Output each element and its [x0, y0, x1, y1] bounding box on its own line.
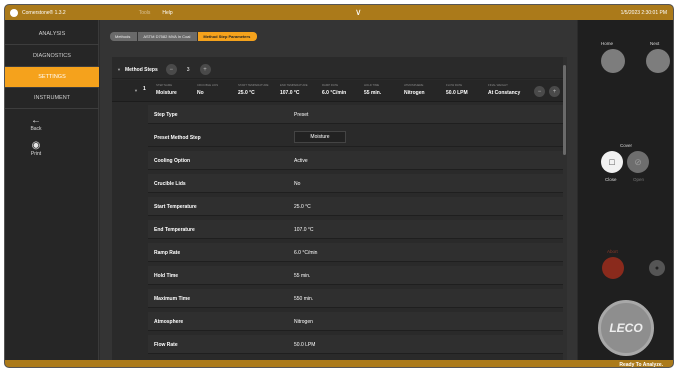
param-row-flow-rate: Flow Rate 50.0 LPM [148, 335, 566, 354]
next-button[interactable] [646, 49, 670, 73]
expand-icon[interactable]: ▼ [134, 88, 138, 93]
abort-label: Abort [607, 249, 618, 254]
param-row-crucible-lids: Crucible Lids No [148, 174, 566, 193]
nav-analysis[interactable]: ANALYSIS [5, 24, 99, 45]
main-content: Methods ASTM D7582 MVA In Coal Method St… [100, 20, 577, 360]
param-row-ramp-rate: Ramp Rate 6.0 °C/min [148, 243, 566, 262]
close-label: Close [605, 177, 617, 182]
step-col-final-weight: Final Weight At Constancy [488, 83, 521, 96]
cooling-option-value[interactable]: Active [294, 158, 308, 164]
end-temperature-value[interactable]: 107.0 °C [294, 227, 314, 233]
status-text: Ready To Analyze. [619, 362, 663, 368]
remove-step-button[interactable]: − [534, 86, 545, 97]
start-temperature-value[interactable]: 25.0 °C [294, 204, 311, 210]
print-label: Print [30, 151, 42, 157]
step-col-atmosphere: Atmosphere Nitrogen [404, 83, 425, 96]
increment-steps-button[interactable]: + [199, 64, 211, 75]
param-row-step-type: Step Type Preset [148, 105, 566, 124]
back-label: Back [30, 126, 42, 132]
param-row-start-temperature: Start Temperature 25.0 °C [148, 197, 566, 216]
step-col-flow: Flow Rate 50.0 LPM [446, 83, 468, 96]
decrement-steps-button[interactable]: − [165, 64, 177, 75]
step-col-hold: Hold Time 55 min. [364, 83, 382, 96]
param-row-atmosphere: Atmosphere Nitrogen [148, 312, 566, 331]
menu-help[interactable]: Help [162, 10, 172, 16]
breadcrumb: Methods ASTM D7582 MVA In Coal Method St… [110, 32, 258, 41]
add-step-button[interactable]: + [549, 86, 560, 97]
step-col-name: Step Name Moisture [156, 83, 177, 96]
nav-settings[interactable]: SETTINGS [5, 67, 99, 88]
menu-tools[interactable]: Tools [139, 10, 151, 16]
step-type-value[interactable]: Preset [294, 112, 308, 118]
scrollbar-thumb[interactable] [563, 65, 566, 155]
right-panel: Home Next Cover □ ⊘ Close Open Abort ● L… [578, 20, 673, 360]
preset-method-step-select[interactable]: Moisture [294, 131, 346, 143]
ramp-rate-value[interactable]: 6.0 °C/min [294, 250, 317, 256]
leco-logo: LECO [609, 321, 643, 335]
leco-start-button[interactable]: LECO [598, 300, 654, 356]
bell-button[interactable]: ● [649, 260, 665, 276]
step-col-lids: Crucible Lids No [197, 83, 219, 96]
left-nav: ANALYSIS DIAGNOSTICS SETTINGS INSTRUMENT… [5, 20, 99, 360]
open-cover-icon: ⊘ [634, 156, 642, 167]
step-col-ramp: Ramp Rate 6.0 °C/min [322, 83, 347, 96]
back-arrow-icon: ← [31, 115, 41, 126]
bell-icon: ● [654, 264, 660, 272]
method-steps-count: 3 [186, 66, 190, 73]
step-col-start-temp: Start Temperature 25.0 °C [238, 83, 269, 96]
datetime: 1/5/2023 2:30:01 PM [620, 10, 667, 16]
open-label: Open [633, 177, 645, 182]
cover-label: Cover [620, 143, 633, 148]
home-button[interactable] [601, 49, 625, 73]
crucible-lids-value[interactable]: No [294, 181, 300, 187]
scrollbar[interactable] [563, 57, 567, 360]
collapse-icon[interactable]: ▼ [117, 67, 121, 72]
title-bar: Cornerstone® 1.3.2 Tools Help ∨ 1/5/2023… [5, 5, 673, 20]
param-row-hold-time: Hold Time 55 min. [148, 266, 566, 285]
app-window: Cornerstone® 1.3.2 Tools Help ∨ 1/5/2023… [4, 4, 674, 368]
open-cover-button[interactable]: ⊘ [627, 151, 649, 173]
method-panel: ▼ Method Steps − 3 + ▼ 1 Step Name Moist… [112, 57, 567, 360]
param-row-maximum-time: Maximum Time 550 min. [148, 289, 566, 308]
print-button[interactable]: ◉ Print [25, 140, 47, 158]
abort-button[interactable] [602, 257, 624, 279]
hold-time-value[interactable]: 55 min. [294, 273, 310, 279]
flow-rate-value[interactable]: 50.0 LPM [294, 342, 315, 348]
nav-instrument[interactable]: INSTRUMENT [5, 88, 99, 109]
app-logo-icon [10, 8, 18, 17]
param-row-end-temperature: End Temperature 107.0 °C [148, 220, 566, 239]
param-row-cooling-option: Cooling Option Active [148, 151, 566, 170]
param-row-preset-method-step: Preset Method Step Moisture [148, 128, 566, 147]
close-cover-icon: □ [609, 157, 615, 167]
back-button[interactable]: ← Back [25, 115, 47, 133]
print-icon: ◉ [31, 140, 41, 151]
step-number: 1 [143, 86, 146, 92]
chevron-down-icon[interactable]: ∨ [355, 7, 362, 18]
close-cover-button[interactable]: □ [601, 151, 623, 173]
breadcrumb-current: Method Step Parameters [198, 32, 258, 41]
atmosphere-value[interactable]: Nitrogen [294, 319, 313, 325]
maximum-time-value[interactable]: 550 min. [294, 296, 313, 302]
home-label: Home [601, 41, 614, 46]
app-title: Cornerstone® 1.3.2 [22, 9, 66, 16]
method-steps-label: Method Steps [124, 66, 158, 73]
next-label: Next [650, 41, 660, 46]
breadcrumb-methods[interactable]: Methods [110, 32, 138, 41]
status-bar: Ready To Analyze. [5, 360, 673, 368]
step-col-end-temp: End Temperature 107.0 °C [280, 83, 308, 96]
nav-diagnostics[interactable]: DIAGNOSTICS [5, 46, 99, 67]
breadcrumb-method[interactable]: ASTM D7582 MVA In Coal [138, 32, 198, 41]
step-row[interactable]: ▼ 1 Step Name Moisture Crucible Lids No … [112, 80, 567, 102]
method-steps-header: ▼ Method Steps − 3 + [112, 61, 567, 79]
